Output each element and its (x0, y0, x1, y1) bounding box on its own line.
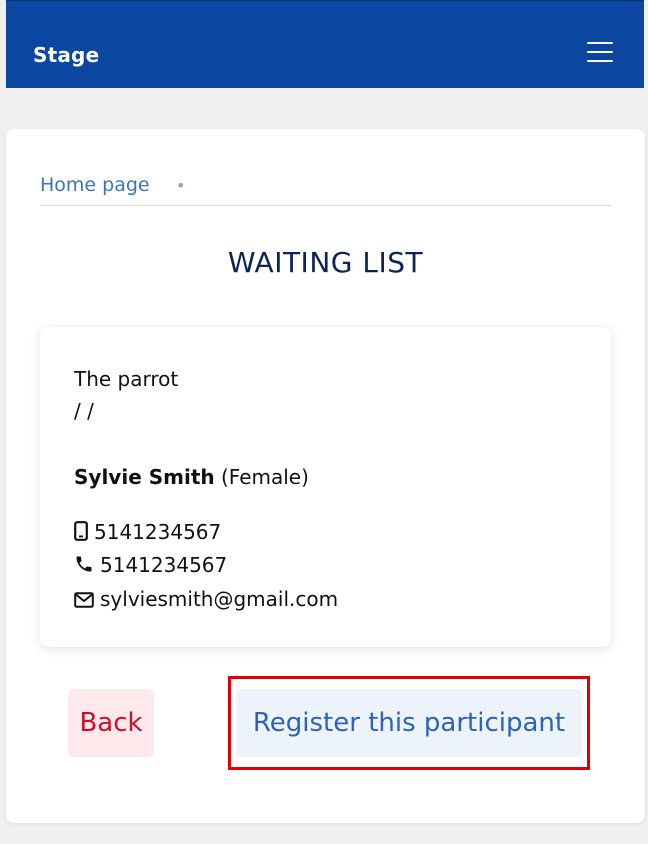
register-participant-button[interactable]: Register this participant (236, 689, 582, 757)
mobile-phone-icon (74, 521, 88, 546)
participant-card: The parrot / / Sylvie Smith (Female) 514… (40, 327, 611, 647)
mobile-number: 5141234567 (94, 520, 222, 544)
main-card: Home page • WAITING LIST The parrot / / … (6, 129, 645, 823)
breadcrumb-separator: • (176, 176, 186, 195)
participant-name: Sylvie Smith (74, 465, 215, 489)
activity-date: / / (74, 399, 94, 423)
breadcrumb-home-link[interactable]: Home page (40, 174, 150, 196)
back-button[interactable]: Back (68, 689, 154, 757)
phone-line: 5141234567 (74, 553, 227, 579)
mobile-line: 5141234567 (74, 520, 221, 546)
envelope-icon (74, 589, 94, 613)
top-navbar: Stage (6, 0, 644, 88)
brand-title[interactable]: Stage (33, 43, 99, 67)
email-address: sylviesmith@gmail.com (100, 587, 339, 611)
breadcrumb: Home page • (40, 171, 611, 206)
activity-name: The parrot (74, 367, 179, 391)
hamburger-menu-icon[interactable] (582, 37, 618, 67)
participant-name-line: Sylvie Smith (Female) (74, 465, 309, 489)
email-line: sylviesmith@gmail.com (74, 587, 338, 613)
page-title: WAITING LIST (227, 246, 424, 279)
participant-gender: (Female) (220, 465, 309, 489)
phone-icon (74, 554, 94, 579)
phone-number: 5141234567 (100, 553, 228, 577)
